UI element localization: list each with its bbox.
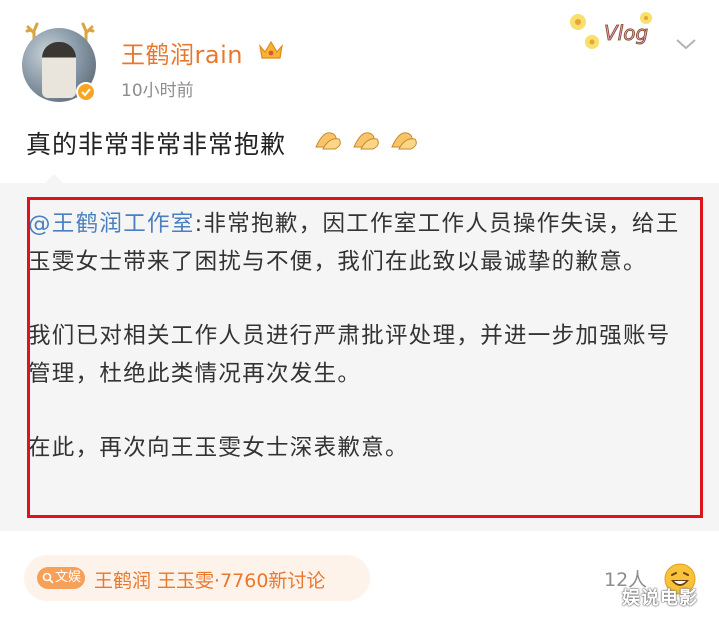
post-time: 10小时前 [121, 81, 194, 101]
highlight-frame [27, 197, 703, 518]
clap-hands-icon [315, 132, 417, 150]
watermark: 娱说电影 [622, 588, 698, 609]
post-header: 王鹤润rain 10小时前 Vlog [0, 0, 719, 112]
vlog-sticker-icon: Vlog [570, 12, 652, 49]
chevron-down-icon[interactable] [674, 36, 698, 52]
vlog-sticker-label: Vlog [604, 21, 648, 45]
user-name[interactable]: 王鹤润rain [121, 35, 243, 70]
repost-card[interactable]: @王鹤润工作室:非常抱歉，因工作室工作人员操作失误，给王玉雯女士带来了困扰与不便… [0, 174, 719, 531]
repost-notch [44, 174, 64, 184]
crown-icon [259, 40, 283, 59]
topic-chip[interactable]: 文娱 王鹤润 王玉雯·7760新讨论 [24, 555, 370, 601]
topic-text: 王鹤润 王玉雯·7760新讨论 [94, 570, 326, 592]
avatar[interactable] [22, 22, 102, 102]
post-text: 真的非常非常非常抱歉 [26, 130, 287, 159]
search-icon [42, 572, 54, 584]
verified-badge-icon [76, 82, 96, 102]
topic-badge: 文娱 [37, 567, 85, 589]
topic-badge-label: 文娱 [55, 570, 82, 585]
avatar-person [42, 42, 76, 98]
